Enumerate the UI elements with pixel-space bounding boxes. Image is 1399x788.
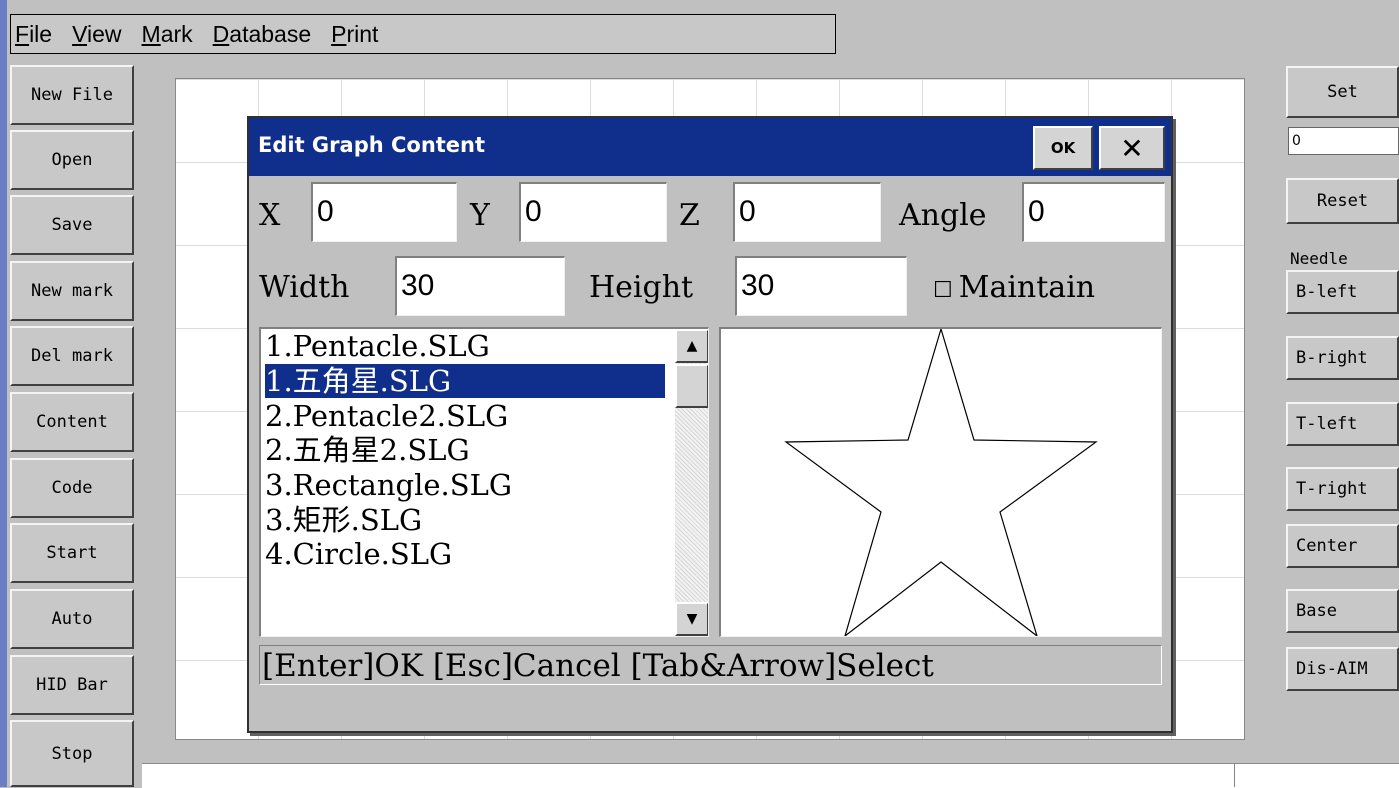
list-item[interactable]: 3.矩形.SLG	[265, 503, 665, 537]
x-field[interactable]: 0	[311, 182, 457, 242]
y-field[interactable]: 0	[519, 182, 667, 242]
height-field[interactable]: 30	[735, 256, 907, 316]
t-left-button[interactable]: T-left	[1286, 402, 1399, 446]
scroll-down-icon[interactable]: ▼	[675, 602, 708, 636]
b-left-button[interactable]: B-left	[1286, 270, 1399, 314]
checkbox-icon: ☐	[933, 278, 953, 303]
t-right-button[interactable]: T-right	[1286, 467, 1399, 511]
auto-button[interactable]: Auto	[10, 589, 134, 649]
menu-database[interactable]: Database	[213, 21, 311, 48]
code-button[interactable]: Code	[10, 458, 134, 518]
height-label: Height	[589, 270, 694, 305]
y-label: Y	[470, 198, 490, 233]
needle-label: Needle	[1290, 249, 1348, 268]
menu-file[interactable]: File	[15, 21, 52, 48]
list-item[interactable]: 3.Rectangle.SLG	[265, 468, 665, 502]
keyboard-hint: [Enter]OK [Esc]Cancel [Tab&Arrow]Select	[259, 645, 1162, 685]
dialog-ok-button[interactable]: OK	[1033, 126, 1093, 170]
x-label: X	[259, 198, 281, 233]
scroll-up-icon[interactable]: ▲	[675, 329, 708, 363]
status-divider	[1234, 763, 1235, 787]
dialog-title: Edit Graph Content	[258, 133, 486, 157]
angle-field[interactable]: 0	[1022, 182, 1165, 242]
z-field[interactable]: 0	[733, 182, 881, 242]
start-button[interactable]: Start	[10, 523, 134, 583]
list-item[interactable]: 2.Pentacle2.SLG	[265, 399, 665, 433]
base-button[interactable]: Base	[1286, 589, 1399, 633]
list-scrollbar[interactable]: ▲ ▼	[675, 329, 708, 636]
star-icon	[784, 326, 1098, 638]
file-list[interactable]: 1.Pentacle.SLG 1.五角星.SLG 2.Pentacle2.SLG…	[259, 327, 709, 637]
content-button[interactable]: Content	[10, 392, 134, 452]
hid-bar-button[interactable]: HID Bar	[10, 655, 134, 715]
menu-print[interactable]: Print	[331, 21, 378, 48]
width-label: Width	[259, 270, 350, 305]
maintain-checkbox[interactable]: ☐ Maintain	[933, 270, 1095, 305]
menu-mark[interactable]: Mark	[142, 21, 193, 48]
edit-graph-dialog: Edit Graph Content OK ✕ X 0 Y 0 Z 0 Angl…	[247, 116, 1173, 733]
menu-bar: File View Mark Database Print	[10, 14, 836, 54]
del-mark-button[interactable]: Del mark	[10, 326, 134, 386]
dialog-titlebar: Edit Graph Content OK ✕	[249, 118, 1171, 176]
angle-label: Angle	[899, 198, 987, 233]
z-label: Z	[679, 198, 700, 233]
close-icon[interactable]: ✕	[1099, 126, 1165, 170]
status-bar	[142, 763, 1399, 788]
set-value-field[interactable]: 0	[1288, 127, 1399, 155]
width-field[interactable]: 30	[395, 256, 565, 316]
list-item[interactable]: 1.Pentacle.SLG	[265, 329, 665, 363]
list-item[interactable]: 4.Circle.SLG	[265, 537, 665, 571]
reset-button[interactable]: Reset	[1286, 178, 1399, 224]
b-right-button[interactable]: B-right	[1286, 336, 1399, 380]
scroll-thumb[interactable]	[675, 364, 708, 408]
maintain-label: Maintain	[958, 270, 1096, 305]
graph-preview	[719, 326, 1162, 638]
save-button[interactable]: Save	[10, 195, 134, 255]
open-button[interactable]: Open	[10, 130, 134, 190]
window-edge-strip	[0, 0, 7, 787]
dis-aim-button[interactable]: Dis-AIM	[1286, 647, 1399, 691]
center-button[interactable]: Center	[1286, 524, 1399, 568]
stop-button[interactable]: Stop	[10, 720, 134, 787]
list-item-selected[interactable]: 1.五角星.SLG	[265, 364, 665, 398]
menu-view[interactable]: View	[72, 21, 121, 48]
list-item[interactable]: 2.五角星2.SLG	[265, 433, 665, 467]
new-mark-button[interactable]: New mark	[10, 261, 134, 321]
new-file-button[interactable]: New File	[10, 65, 134, 125]
set-button[interactable]: Set	[1286, 66, 1399, 118]
